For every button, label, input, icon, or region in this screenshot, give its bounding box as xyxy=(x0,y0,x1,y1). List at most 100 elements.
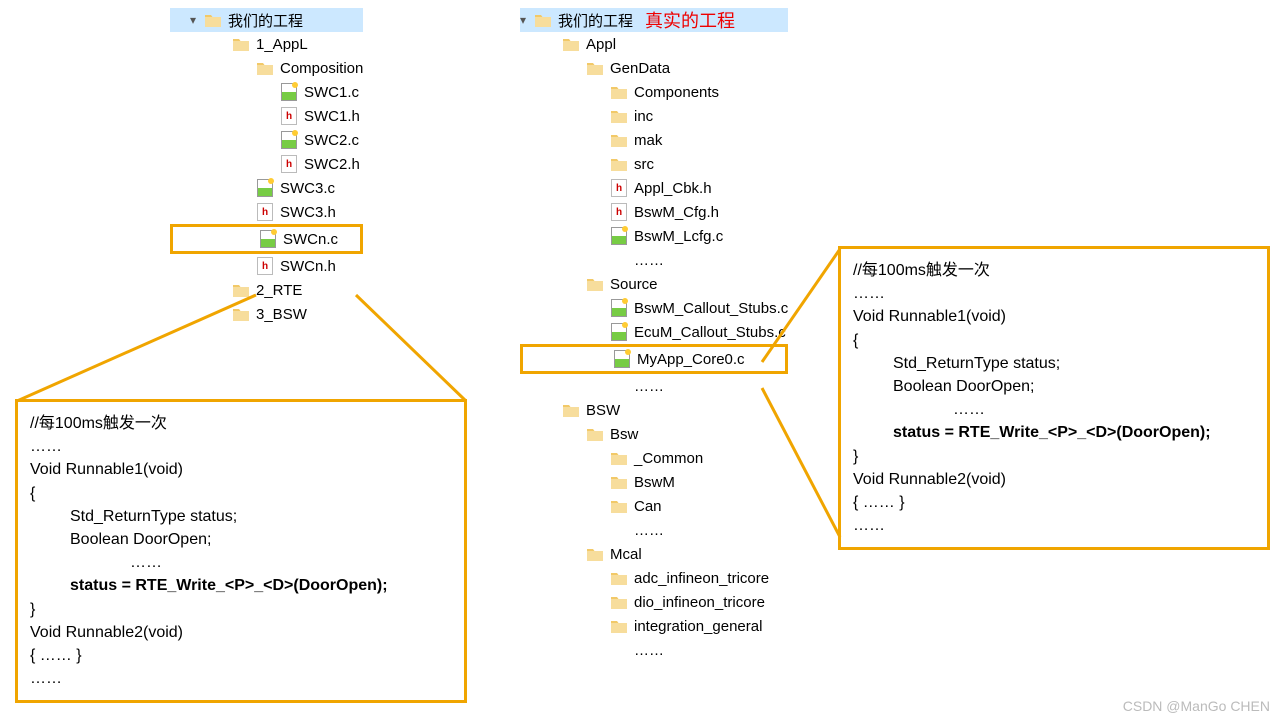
tree-label: SWC3.h xyxy=(280,204,336,221)
code-line: …… xyxy=(853,282,1255,305)
tree-label: adc_infineon_tricore xyxy=(634,570,769,587)
tree-item[interactable]: inc xyxy=(520,104,788,128)
tree-item[interactable]: BSW xyxy=(520,398,788,422)
h-file-icon: h xyxy=(280,155,298,173)
code-line: …… xyxy=(30,667,452,690)
tree-label: GenData xyxy=(610,60,670,77)
tree-item[interactable]: mak xyxy=(520,128,788,152)
folder-icon xyxy=(562,401,580,419)
folder-icon xyxy=(610,497,628,515)
c-file-icon xyxy=(610,299,628,317)
code-preview-left: //每100ms触发一次 …… Void Runnable1(void) { S… xyxy=(15,399,467,703)
tree-label: Appl_Cbk.h xyxy=(634,180,712,197)
folder-icon xyxy=(610,569,628,587)
tree-item[interactable]: BswM xyxy=(520,470,788,494)
code-line: status = RTE_Write_<P>_<D>(DoorOpen); xyxy=(30,574,452,597)
tree-label: Source xyxy=(610,276,658,293)
tree-item[interactable]: hSWC2.h xyxy=(170,152,363,176)
tree-item[interactable]: Mcal xyxy=(520,542,788,566)
tree-root-right[interactable]: ▾ 我们的工程 真实的工程 xyxy=(520,8,788,32)
h-file-icon: h xyxy=(280,107,298,125)
h-file-icon: h xyxy=(256,203,274,221)
tree-item[interactable]: SWC1.c xyxy=(170,80,363,104)
tree-item[interactable]: EcuM_Callout_Stubs.c xyxy=(520,320,788,344)
tree-item[interactable]: 2_RTE xyxy=(170,278,363,302)
tree-label: Bsw xyxy=(610,426,638,443)
folder-icon xyxy=(610,449,628,467)
tree-root-left[interactable]: ▾ 我们的工程 xyxy=(170,8,363,32)
tree-item[interactable]: SWCn.c xyxy=(170,224,363,254)
tree-label: BswM_Callout_Stubs.c xyxy=(634,300,788,317)
folder-icon xyxy=(610,473,628,491)
tree-label: integration_general xyxy=(634,618,762,635)
code-line: { xyxy=(30,482,452,505)
tree-item[interactable]: h SWCn.h xyxy=(170,254,363,278)
chevron-down-icon: ▾ xyxy=(190,13,204,27)
tree-item[interactable]: h Appl_Cbk.h xyxy=(520,176,788,200)
tree-item[interactable]: Composition xyxy=(170,56,363,80)
tree-label: 3_BSW xyxy=(256,306,307,323)
folder-icon xyxy=(232,281,250,299)
tree-item[interactable]: BswM_Callout_Stubs.c xyxy=(520,296,788,320)
tree-item[interactable]: …… xyxy=(520,518,788,542)
code-line: { …… } xyxy=(30,644,452,667)
tree-label: …… xyxy=(634,252,664,269)
tree-item[interactable]: h SWC3.h xyxy=(170,200,363,224)
tree-label: SWC3.c xyxy=(280,180,335,197)
tree-item[interactable]: BswM_Lcfg.c xyxy=(520,224,788,248)
tree-label: MyApp_Core0.c xyxy=(637,351,745,368)
tree-item[interactable]: …… xyxy=(520,248,788,272)
tree-item[interactable]: Appl xyxy=(520,32,788,56)
tree-item[interactable]: Components xyxy=(520,80,788,104)
tree-label: …… xyxy=(634,522,664,539)
tree-label: inc xyxy=(634,108,653,125)
tree-item[interactable]: Can xyxy=(520,494,788,518)
tree-label: 2_RTE xyxy=(256,282,302,299)
code-line: …… xyxy=(30,551,452,574)
tree-label: SWCn.h xyxy=(280,258,336,275)
tree-item[interactable]: Bsw xyxy=(520,422,788,446)
tree-label: SWCn.c xyxy=(283,231,338,248)
h-file-icon: h xyxy=(256,257,274,275)
folder-icon xyxy=(610,131,628,149)
folder-icon xyxy=(586,545,604,563)
folder-icon xyxy=(256,59,274,77)
tree-label: dio_infineon_tricore xyxy=(634,594,765,611)
tree-item[interactable]: 1_AppL xyxy=(170,32,363,56)
tree-label: src xyxy=(634,156,654,173)
tree-item[interactable]: GenData xyxy=(520,56,788,80)
tree-item[interactable]: dio_infineon_tricore xyxy=(520,590,788,614)
tree-label: Appl xyxy=(586,36,616,53)
tree-item[interactable]: src xyxy=(520,152,788,176)
annotation-label: 真实的工程 xyxy=(645,7,735,33)
tree-item[interactable]: integration_general xyxy=(520,614,788,638)
tree-label: Mcal xyxy=(610,546,642,563)
tree-item[interactable]: SWC3.c xyxy=(170,176,363,200)
folder-icon xyxy=(610,617,628,635)
tree-item[interactable]: …… xyxy=(520,638,788,662)
tree-item[interactable]: 3_BSW xyxy=(170,302,363,326)
code-line: status = RTE_Write_<P>_<D>(DoorOpen); xyxy=(853,421,1255,444)
code-line: //每100ms触发一次 xyxy=(30,412,452,435)
tree-label: SWC2.c xyxy=(304,132,359,149)
c-file-icon xyxy=(259,230,277,248)
tree-item[interactable]: _Common xyxy=(520,446,788,470)
tree-label: BSW xyxy=(586,402,620,419)
watermark: CSDN @ManGo CHEN xyxy=(1123,698,1270,714)
tree-item[interactable]: adc_infineon_tricore xyxy=(520,566,788,590)
tree-item[interactable]: hBswM_Cfg.h xyxy=(520,200,788,224)
folder-icon xyxy=(562,35,580,53)
tree-label: mak xyxy=(634,132,662,149)
tree-item[interactable]: …… xyxy=(520,374,788,398)
tree-item[interactable]: Source xyxy=(520,272,788,296)
tree-item[interactable]: SWC2.c xyxy=(170,128,363,152)
tree-item[interactable]: MyApp_Core0.c xyxy=(520,344,788,374)
chevron-down-icon: ▾ xyxy=(520,13,534,27)
tree-label: Components xyxy=(634,84,719,101)
tree-item[interactable]: hSWC1.h xyxy=(170,104,363,128)
folder-icon xyxy=(534,11,552,29)
code-line: Void Runnable2(void) xyxy=(853,468,1255,491)
h-file-icon: h xyxy=(610,179,628,197)
tree-label: …… xyxy=(634,642,664,659)
c-file-icon xyxy=(280,131,298,149)
